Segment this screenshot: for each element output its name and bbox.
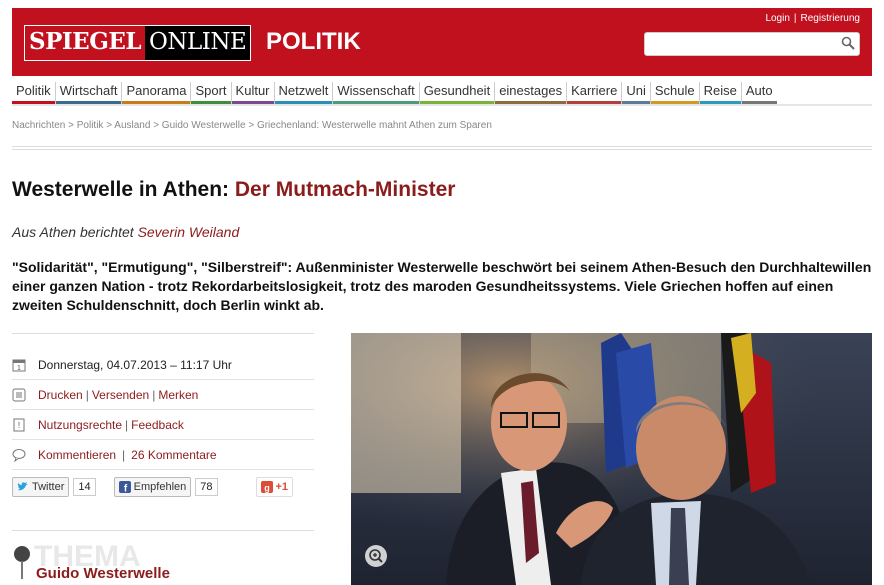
- author-link[interactable]: Severin Weiland: [138, 224, 240, 240]
- facebook-button[interactable]: f Empfehlen: [113, 477, 192, 497]
- twitter-label: Twitter: [32, 481, 65, 493]
- nav-item-label: Wirtschaft: [59, 83, 118, 98]
- nav-item-reise[interactable]: Reise: [699, 82, 742, 104]
- breadcrumb[interactable]: Nachrichten > Politik > Ausland > Guido …: [12, 120, 492, 131]
- nav-item-uni[interactable]: Uni: [622, 82, 651, 104]
- nav-item-wirtschaft[interactable]: Wirtschaft: [55, 82, 123, 104]
- twitter-icon: [17, 482, 28, 491]
- twitter-button[interactable]: Twitter: [12, 477, 70, 497]
- search-icon[interactable]: [841, 36, 855, 50]
- section-title[interactable]: POLITIK: [266, 28, 361, 56]
- twitter-count: 14: [73, 478, 96, 496]
- nav-item-kultur[interactable]: Kultur: [231, 82, 275, 104]
- bookmark-link[interactable]: Merken: [158, 388, 198, 402]
- nav-item-politik[interactable]: Politik: [12, 82, 56, 104]
- account-links: Login | Registrierung: [765, 13, 860, 24]
- nav-item-wissenschaft[interactable]: Wissenschaft: [333, 82, 420, 104]
- pipe-separator: |: [125, 418, 129, 432]
- nav-item-label: Schule: [654, 83, 695, 98]
- topic-link[interactable]: Guido Westerwelle: [36, 565, 170, 582]
- nav-item-label: Uni: [626, 83, 646, 98]
- facebook-label: Empfehlen: [133, 481, 187, 493]
- pipe-separator: |: [152, 388, 156, 402]
- headline-sub: Der Mutmach-Minister: [234, 178, 456, 201]
- nav-item-einestages[interactable]: einestages: [495, 82, 568, 104]
- comments-count-link[interactable]: 26 Kommentare: [131, 448, 216, 462]
- svg-text:1: 1: [17, 365, 21, 372]
- nav-item-label: Gesundheit: [423, 83, 491, 98]
- spiegel-online-logo[interactable]: SPIEGEL ONLINE: [24, 25, 252, 61]
- social-row: Twitter 14 f Empfehlen 78 g +1: [12, 473, 314, 501]
- pipe-separator: |: [85, 388, 89, 402]
- nav-item-label: Wissenschaft: [337, 83, 415, 98]
- article-headline: Westerwelle in Athen: Der Mutmach-Minist…: [12, 178, 455, 202]
- byline-prefix: Aus Athen berichtet: [12, 224, 138, 240]
- google-plus-icon: g: [260, 481, 273, 493]
- nav-item-label: Karriere: [571, 83, 618, 98]
- nav-item-label: Reise: [703, 83, 737, 98]
- send-link[interactable]: Versenden: [92, 388, 149, 402]
- divider: [12, 146, 872, 147]
- nav-item-sport[interactable]: Sport: [191, 82, 232, 104]
- logo-part-spiegel: SPIEGEL: [25, 26, 146, 60]
- rights-row: ! Nutzungsrechte | Feedback: [12, 411, 314, 440]
- divider: [12, 149, 872, 150]
- divider: [12, 333, 314, 334]
- comment-link[interactable]: Kommentieren: [38, 448, 116, 462]
- nav-item-netzwelt[interactable]: Netzwelt: [274, 82, 334, 104]
- google-plus-label: +1: [275, 481, 289, 493]
- logo-part-online: ONLINE: [145, 26, 251, 60]
- comments-row: Kommentieren | 26 Kommentare: [12, 441, 314, 470]
- nav-item-schule[interactable]: Schule: [650, 82, 700, 104]
- nav-divider: [12, 104, 872, 106]
- divider: [12, 530, 314, 531]
- rights-icon: !: [13, 418, 25, 432]
- nav-item-label: Netzwelt: [278, 83, 329, 98]
- zoom-icon[interactable]: [364, 544, 388, 568]
- facebook-icon: f: [118, 481, 131, 493]
- nav-item-label: einestages: [499, 83, 563, 98]
- site-header: SPIEGEL ONLINE POLITIK Login | Registrieru…: [12, 8, 872, 76]
- nav-item-label: Sport: [195, 83, 227, 98]
- login-link[interactable]: Login: [765, 13, 789, 24]
- nav-item-panorama[interactable]: Panorama: [122, 82, 192, 104]
- feedback-link[interactable]: Feedback: [131, 418, 184, 432]
- print-icon: [12, 388, 26, 402]
- print-link[interactable]: Drucken: [38, 388, 83, 402]
- search-input[interactable]: [644, 32, 860, 56]
- calendar-icon: 1: [12, 359, 26, 372]
- nav-item-label: Auto: [745, 83, 773, 98]
- date-row: 1 Donnerstag, 04.07.2013 – 11:17 Uhr: [12, 351, 314, 380]
- pipe-separator: |: [122, 448, 126, 462]
- svg-text:!: !: [18, 421, 20, 430]
- article-photo[interactable]: [351, 333, 872, 585]
- article-lead: "Solidarität", "Ermutigung", "Silberstre…: [12, 259, 872, 313]
- nav-item-karriere[interactable]: Karriere: [567, 82, 623, 104]
- account-links-separator: |: [793, 13, 797, 24]
- google-plus-button[interactable]: g +1: [255, 477, 294, 497]
- nav-item-label: Panorama: [126, 83, 187, 98]
- publish-date: Donnerstag, 04.07.2013 – 11:17 Uhr: [38, 358, 232, 372]
- rights-link[interactable]: Nutzungsrechte: [38, 418, 122, 432]
- svg-text:g: g: [264, 483, 270, 493]
- facebook-count: 78: [195, 478, 218, 496]
- actions-row: Drucken | Versenden | Merken: [12, 381, 314, 410]
- nav-item-gesundheit[interactable]: Gesundheit: [419, 82, 496, 104]
- photo-illustration: [351, 333, 872, 585]
- nav-item-auto[interactable]: Auto: [741, 82, 777, 104]
- nav-item-label: Kultur: [235, 83, 270, 98]
- headline-main: Westerwelle in Athen:: [12, 178, 235, 201]
- speech-bubble-icon: [12, 449, 26, 462]
- nav-item-label: Politik: [16, 83, 51, 98]
- byline: Aus Athen berichtet Severin Weiland: [12, 224, 239, 240]
- pin-icon: [14, 546, 30, 579]
- register-link[interactable]: Registrierung: [801, 13, 860, 24]
